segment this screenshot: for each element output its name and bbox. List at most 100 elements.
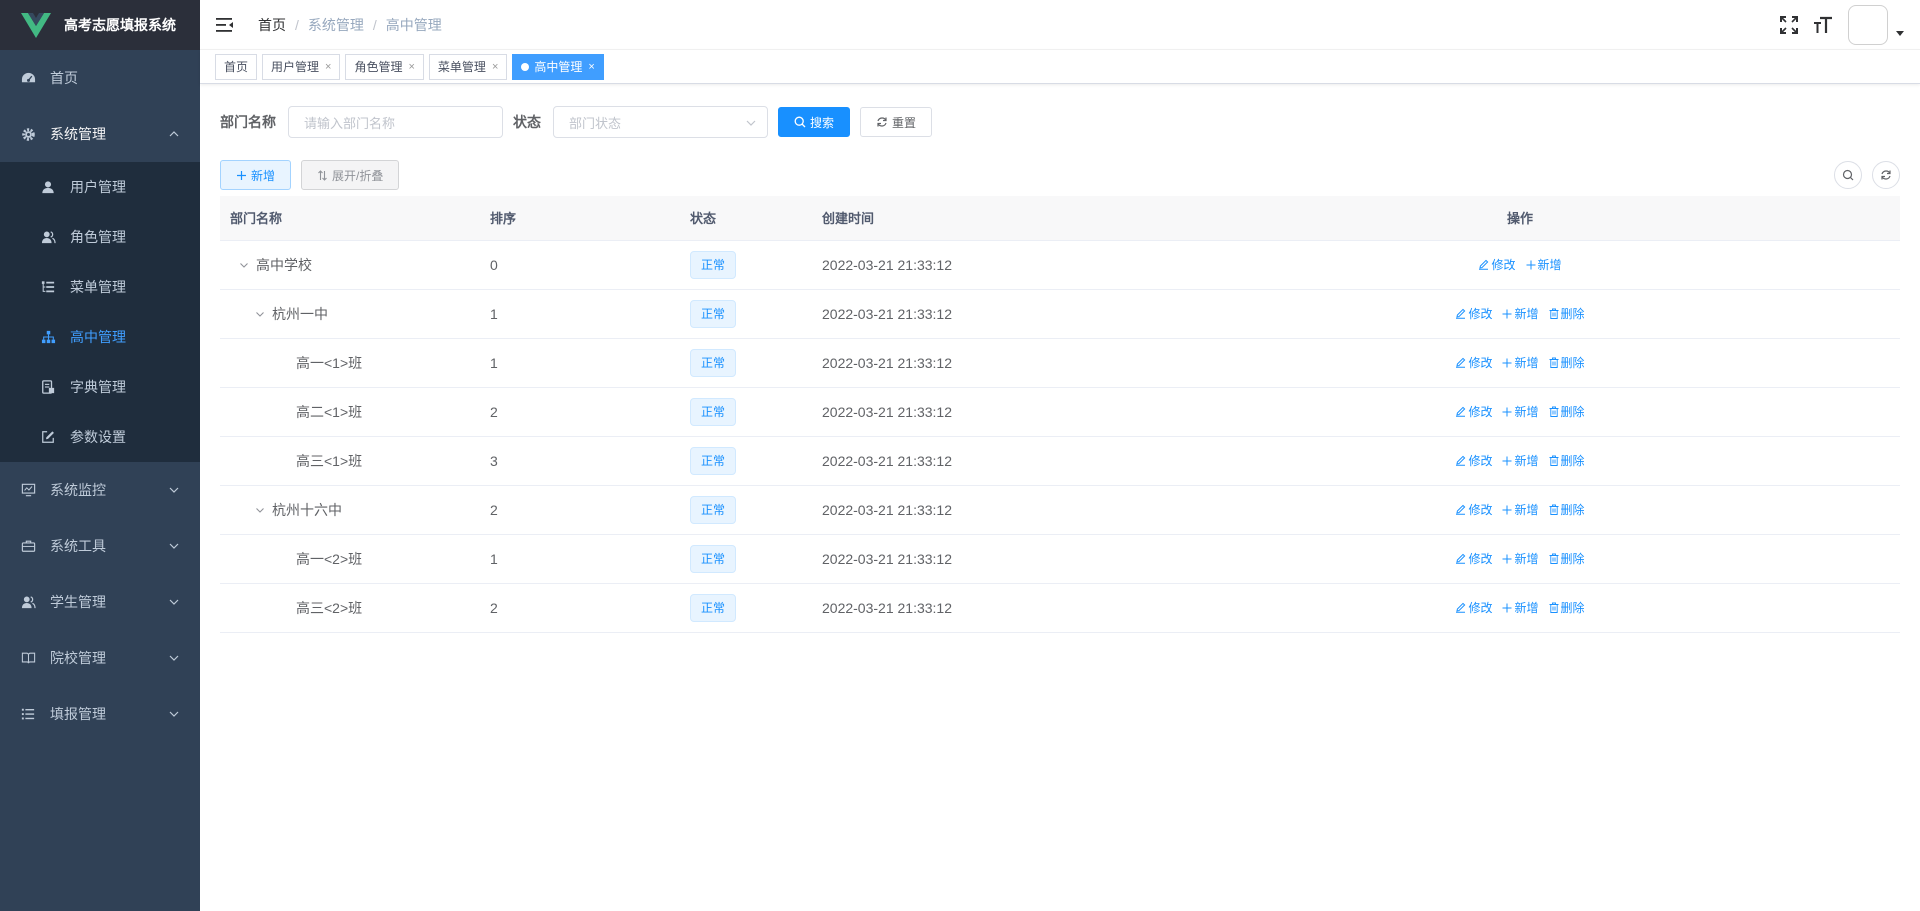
logo-bar[interactable]: 高考志愿填报系统 — [0, 0, 200, 50]
close-icon[interactable]: × — [408, 55, 414, 79]
cell-name: 高中学校 — [220, 240, 480, 290]
tree-expander[interactable] — [252, 505, 268, 515]
action-label: 修改 — [1468, 503, 1493, 517]
add-button[interactable]: 新增 — [220, 160, 292, 190]
sidebar-item-college[interactable]: 院校管理 — [0, 630, 200, 686]
expand-toggle-button[interactable]: 展开/折叠 — [301, 160, 400, 190]
reset-button[interactable]: 重置 — [860, 107, 933, 137]
sidebar-item-apply[interactable]: 填报管理 — [0, 686, 200, 742]
add-button[interactable]: 新增 — [1502, 403, 1539, 420]
cell-time: 2022-03-21 21:33:12 — [810, 583, 1140, 633]
action-label: 修改 — [1468, 405, 1493, 419]
add-button[interactable]: 新增 — [1526, 256, 1562, 273]
size-select-button[interactable] — [1806, 0, 1840, 50]
sidebar-item-student[interactable]: 学生管理 — [0, 574, 200, 630]
fullscreen-button[interactable] — [1772, 0, 1806, 50]
tag-user[interactable]: 用户管理 × — [262, 53, 341, 80]
close-icon[interactable]: × — [588, 55, 594, 79]
table-row[interactable]: 杭州一中 1 正常 2022-03-21 21:33:12 修改 新增 删除 — [220, 289, 1900, 339]
sidebar-item-dict[interactable]: 字典管理 — [0, 362, 200, 412]
close-icon[interactable]: × — [325, 55, 331, 79]
close-icon[interactable]: × — [492, 55, 498, 79]
sidebar-item-role[interactable]: 角色管理 — [0, 212, 200, 262]
sidebar-item-menu[interactable]: 菜单管理 — [0, 262, 200, 312]
sidebar-item-monitor[interactable]: 系统监控 — [0, 462, 200, 518]
table-row[interactable]: 高一<1>班 1 正常 2022-03-21 21:33:12 修改 新增 删除 — [220, 338, 1900, 388]
cell-sort: 1 — [480, 534, 680, 584]
sidebar-item-tool[interactable]: 系统工具 — [0, 518, 200, 574]
add-button[interactable]: 新增 — [1502, 305, 1539, 322]
cell-sort: 2 — [480, 583, 680, 633]
chevron-down-icon — [746, 120, 756, 126]
delete-button[interactable]: 删除 — [1549, 501, 1585, 518]
edit-button[interactable]: 修改 — [1455, 501, 1492, 518]
table-row[interactable]: 高一<2>班 1 正常 2022-03-21 21:33:12 修改 新增 删除 — [220, 534, 1900, 584]
delete-button[interactable]: 删除 — [1549, 354, 1585, 371]
dept-name: 杭州十六中 — [272, 501, 342, 518]
edit-button[interactable]: 修改 — [1455, 550, 1492, 567]
cell-status: 正常 — [680, 436, 810, 486]
add-button[interactable]: 新增 — [1502, 599, 1539, 616]
toggle-search-button[interactable] — [1834, 161, 1862, 189]
avatar-dropdown[interactable] — [1848, 5, 1904, 45]
refresh-button[interactable] — [1872, 161, 1900, 189]
sidebar-item-system[interactable]: 系统管理 — [0, 106, 200, 162]
delete-button[interactable]: 删除 — [1549, 550, 1585, 567]
edit-button[interactable]: 修改 — [1455, 403, 1492, 420]
edit-button[interactable]: 修改 — [1455, 354, 1492, 371]
tag-role[interactable]: 角色管理 × — [345, 53, 424, 80]
edit-button[interactable]: 修改 — [1478, 256, 1516, 273]
table-row[interactable]: 高中学校 0 正常 2022-03-21 21:33:12 修改 新增 — [220, 240, 1900, 290]
edit-button[interactable]: 修改 — [1455, 599, 1492, 616]
column-header-sort: 排序 — [480, 196, 680, 241]
sidebar-item-config[interactable]: 参数设置 — [0, 412, 200, 462]
font-size-icon — [1814, 16, 1832, 33]
tree-expander[interactable] — [252, 309, 268, 319]
search-button[interactable]: 搜索 — [778, 107, 851, 137]
tree-cell: 高中学校 — [230, 255, 470, 275]
hamburger-button[interactable] — [200, 0, 250, 50]
status-label: 状态 — [513, 114, 541, 130]
vue-logo-icon — [21, 13, 51, 38]
action-label: 新增 — [1514, 503, 1539, 517]
table-row[interactable]: 高三<2>班 2 正常 2022-03-21 21:33:12 修改 新增 删除 — [220, 583, 1900, 633]
add-button[interactable]: 新增 — [1502, 452, 1539, 469]
add-button[interactable]: 新增 — [1502, 501, 1539, 518]
delete-button[interactable]: 删除 — [1549, 599, 1585, 616]
chevron-down-icon — [169, 487, 179, 493]
cell-sort: 1 — [480, 289, 680, 339]
breadcrumb-home[interactable]: 首页 — [258, 15, 286, 35]
sidebar-item-label: 系统监控 — [50, 482, 106, 498]
cell-sort: 2 — [480, 485, 680, 535]
delete-button[interactable]: 删除 — [1549, 452, 1585, 469]
edit-icon — [1456, 406, 1466, 417]
create-time: 2022-03-21 21:33:12 — [822, 599, 952, 616]
tag-menu[interactable]: 菜单管理 × — [428, 53, 508, 80]
table-row[interactable]: 杭州十六中 2 正常 2022-03-21 21:33:12 修改 新增 删除 — [220, 485, 1900, 535]
status-select[interactable]: 部门状态 — [553, 106, 768, 138]
breadcrumb-system: 系统管理 — [307, 16, 364, 33]
sidebar-item-home[interactable]: 首页 — [0, 50, 200, 106]
sidebar-item-highschool[interactable]: 高中管理 — [0, 312, 200, 362]
delete-button[interactable]: 删除 — [1549, 403, 1585, 420]
table-toolbar: 新增 展开/折叠 — [220, 160, 1900, 190]
edit-button[interactable]: 修改 — [1455, 305, 1492, 322]
table-row[interactable]: 高三<1>班 3 正常 2022-03-21 21:33:12 修改 新增 删除 — [220, 436, 1900, 486]
status-badge: 正常 — [690, 495, 737, 524]
table-row[interactable]: 高二<1>班 2 正常 2022-03-21 21:33:12 修改 新增 删除 — [220, 387, 1900, 437]
row-actions: 修改 新增 删除 — [1450, 501, 1589, 518]
tag-highschool[interactable]: 高中管理 × — [512, 53, 604, 80]
navbar: 首页 / 系统管理 / 高中管理 — [200, 0, 1920, 50]
sidebar-item-label: 菜单管理 — [70, 279, 126, 295]
edit-icon — [1479, 259, 1489, 270]
edit-button[interactable]: 修改 — [1455, 452, 1492, 469]
delete-button[interactable]: 删除 — [1549, 305, 1585, 322]
action-label: 修改 — [1468, 454, 1493, 468]
avatar[interactable] — [1848, 5, 1888, 45]
dept-name-input[interactable]: 请输入部门名称 — [288, 106, 503, 138]
add-button[interactable]: 新增 — [1502, 354, 1539, 371]
add-button[interactable]: 新增 — [1502, 550, 1539, 567]
tree-expander[interactable] — [236, 260, 252, 270]
sidebar-item-user[interactable]: 用户管理 — [0, 162, 200, 212]
tag-home[interactable]: 首页 — [215, 53, 258, 80]
